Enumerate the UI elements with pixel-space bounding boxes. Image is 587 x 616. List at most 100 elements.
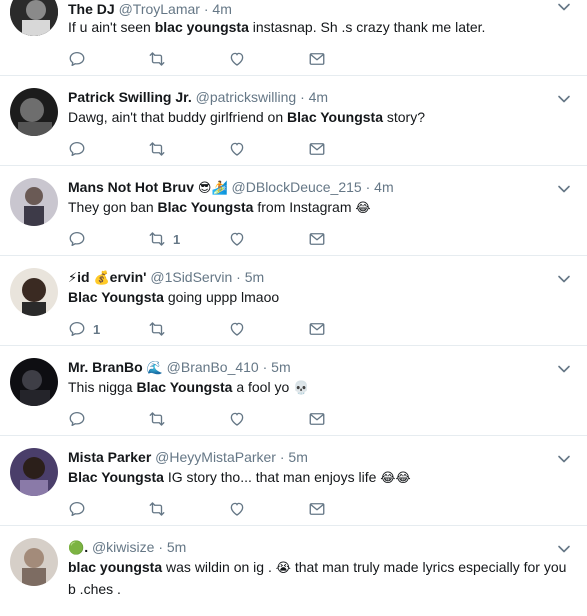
display-name[interactable]: The DJ — [68, 1, 115, 17]
avatar[interactable] — [10, 178, 58, 226]
reply-button[interactable]: 1 — [68, 320, 100, 338]
direct-message-button[interactable] — [308, 140, 326, 158]
timestamp[interactable]: 5m — [271, 359, 290, 375]
tweet[interactable]: Mista Parker @HeyyMistaParker · 5m Blac … — [0, 436, 587, 526]
direct-message-button[interactable] — [308, 230, 326, 248]
highlighted-text: Blac Youngsta — [157, 199, 254, 215]
display-name[interactable]: id — [77, 269, 89, 285]
direct-message-button[interactable] — [308, 50, 326, 68]
user-handle[interactable]: @TroyLamar — [119, 1, 200, 17]
avatar[interactable] — [10, 268, 58, 316]
tweet[interactable]: Mr. BranBo 🌊 @BranBo_410 · 5m This nigga… — [0, 346, 587, 436]
separator-dot: · — [279, 449, 285, 465]
tweet[interactable]: Patrick Swilling Jr. @patrickswilling · … — [0, 76, 587, 166]
highlighted-text: Blac Youngsta — [136, 379, 233, 395]
retweet-icon — [148, 50, 166, 68]
highlighted-text: Blac Youngsta — [68, 289, 164, 305]
chevron-down-icon[interactable] — [557, 362, 571, 376]
text-segment: story? — [382, 109, 425, 125]
user-handle[interactable]: @1SidServin — [150, 269, 232, 285]
user-handle[interactable]: @HeyyMistaParker — [155, 449, 276, 465]
user-handle[interactable]: @BranBo_410 — [167, 359, 259, 375]
reply-button[interactable] — [68, 140, 86, 158]
tweet-text: Blac Youngsta going uppp lmaoo — [68, 287, 573, 307]
display-name[interactable]: Mr. BranBo — [68, 359, 143, 375]
highlighted-text: blac youngsta — [68, 559, 163, 575]
retweet-button[interactable] — [148, 320, 166, 338]
chevron-down-icon[interactable] — [557, 92, 571, 106]
user-handle[interactable]: @DBlockDeuce_215 — [232, 179, 362, 195]
timestamp[interactable]: 4m — [212, 1, 231, 17]
retweet-button[interactable] — [148, 500, 166, 518]
reply-button[interactable] — [68, 230, 86, 248]
like-button[interactable] — [228, 230, 246, 248]
chevron-down-icon[interactable] — [557, 182, 571, 196]
envelope-icon — [308, 500, 326, 518]
like-button[interactable] — [228, 50, 246, 68]
envelope-icon — [308, 320, 326, 338]
text-segment: Dawg, ain't that buddy girlfriend on — [68, 109, 288, 125]
avatar[interactable] — [10, 448, 58, 496]
display-name-suffix[interactable]: ervin' — [110, 269, 147, 285]
chevron-down-icon[interactable] — [557, 0, 571, 14]
text-segment: going uppp lmaoo — [163, 289, 280, 305]
highlighted-text: blac youngsta — [154, 19, 249, 35]
reply-button[interactable] — [68, 410, 86, 428]
envelope-icon — [308, 410, 326, 428]
user-handle[interactable]: @patrickswilling — [196, 89, 297, 105]
like-button[interactable] — [228, 320, 246, 338]
like-button[interactable] — [228, 410, 246, 428]
emoji: 💀 — [293, 381, 310, 396]
retweet-icon — [148, 230, 166, 248]
reply-button[interactable] — [68, 50, 86, 68]
tweet-text: Blac Youngsta IG story tho... that man e… — [68, 467, 573, 489]
avatar[interactable] — [10, 358, 58, 406]
timestamp[interactable]: 5m — [245, 269, 264, 285]
like-button[interactable] — [228, 500, 246, 518]
heart-icon — [228, 230, 246, 248]
timestamp[interactable]: 4m — [309, 89, 328, 105]
tweet[interactable]: Mans Not Hot Bruv 😎🏄 @DBlockDeuce_215 · … — [0, 166, 587, 256]
chevron-down-icon[interactable] — [557, 542, 571, 556]
like-button[interactable] — [228, 140, 246, 158]
tweet-text: Dawg, ain't that buddy girlfriend on Bla… — [68, 107, 573, 127]
emoji: 😂 — [355, 201, 371, 216]
retweet-button[interactable] — [148, 410, 166, 428]
direct-message-button[interactable] — [308, 320, 326, 338]
reply-count: 1 — [93, 321, 101, 337]
avatar[interactable] — [10, 0, 58, 36]
text-segment: a fool yo — [232, 379, 294, 395]
direct-message-button[interactable] — [308, 500, 326, 518]
tweet-actions — [68, 140, 348, 158]
avatar[interactable] — [10, 538, 58, 586]
reply-icon — [68, 140, 86, 158]
display-name[interactable]: Mans Not Hot Bruv — [68, 179, 194, 195]
tweet-header: ⚡id 💰ervin' @1SidServin · 5m — [68, 268, 547, 288]
display-name[interactable]: Mista Parker — [68, 449, 151, 465]
chevron-down-icon[interactable] — [557, 272, 571, 286]
heart-icon — [228, 500, 246, 518]
timestamp[interactable]: 4m — [374, 179, 393, 195]
display-name[interactable]: . — [84, 539, 88, 555]
heart-icon — [228, 410, 246, 428]
direct-message-button[interactable] — [308, 410, 326, 428]
timestamp[interactable]: 5m — [167, 539, 186, 555]
timestamp[interactable]: 5m — [288, 449, 307, 465]
tweet-header: Mista Parker @HeyyMistaParker · 5m — [68, 448, 547, 466]
reply-button[interactable] — [68, 500, 86, 518]
tweet[interactable]: ⚡id 💰ervin' @1SidServin · 5m Blac Youngs… — [0, 256, 587, 346]
text-segment: IG story tho... that man enjoys life — [163, 469, 381, 485]
user-handle[interactable]: @kiwisize — [92, 539, 154, 555]
display-name[interactable]: Patrick Swilling Jr. — [68, 89, 192, 105]
chevron-down-icon[interactable] — [557, 452, 571, 466]
text-segment: from Instagram — [253, 199, 356, 215]
heart-icon — [228, 140, 246, 158]
tweet[interactable]: 🟢. @kiwisize · 5m blac youngsta was wild… — [0, 526, 587, 616]
retweet-button[interactable] — [148, 140, 166, 158]
avatar[interactable] — [10, 88, 58, 136]
tweet[interactable]: The DJ @TroyLamar · 4m If u ain't seen b… — [0, 0, 587, 76]
retweet-button[interactable] — [148, 50, 166, 68]
retweet-button[interactable]: 1 — [148, 230, 180, 248]
tweet-actions: 1 — [68, 320, 348, 338]
name-emoji: 🟢 — [68, 541, 85, 556]
